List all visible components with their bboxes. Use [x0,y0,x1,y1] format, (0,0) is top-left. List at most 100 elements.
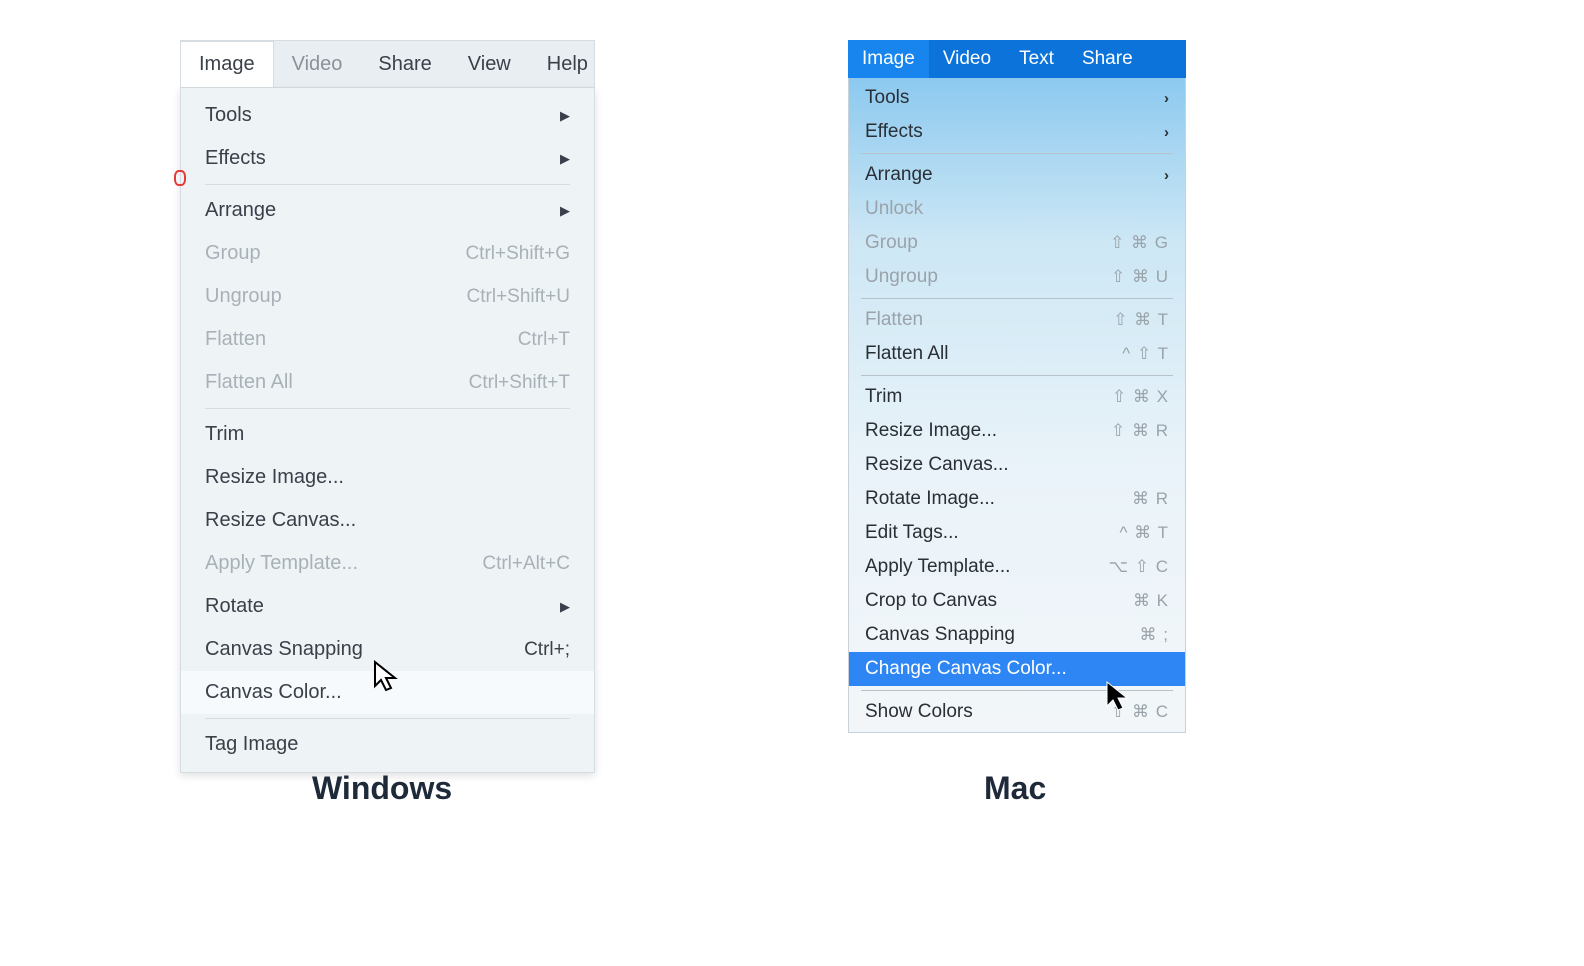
menu-label: Flatten [205,328,266,351]
menu-apply-template: Apply Template... Ctrl+Alt+C [181,542,594,585]
menu-canvas-snapping[interactable]: Canvas SnappingCtrl+; [181,628,594,671]
menu-tag-image[interactable]: Tag Image [181,723,594,766]
menu-rotate-image[interactable]: Rotate Image...⌘ R [849,482,1185,516]
chevron-right-icon: ▶ [560,108,570,124]
menu-trim[interactable]: Trim [181,413,594,456]
separator [861,690,1173,691]
separator [205,184,570,185]
menu-arrange[interactable]: Arrange ▶ [181,189,594,232]
mac-dropdown: Tools› Effects › Arrange › Unlock Group ⇧ ⌘… [848,78,1186,733]
separator [205,718,570,719]
menu-label: Canvas Snapping [865,624,1015,646]
menu-label: Trim [205,423,244,446]
menu-label: Flatten All [205,371,293,394]
menu-resize-image[interactable]: Resize Image... ⇧ ⌘ R [849,414,1185,448]
chevron-right-icon: ▶ [560,151,570,167]
shortcut: ^ ⌘ T [1119,523,1169,543]
shortcut: Ctrl+; [524,639,570,661]
mac-menu: Image Video Text Share Tools› Effects› A… [848,40,1186,733]
menu-tools[interactable]: Tools▶ [181,94,594,137]
shortcut: ⇧ ⌘ U [1111,267,1169,287]
menu-arrange[interactable]: Arrange › [849,158,1185,192]
menu-resize-canvas[interactable]: Resize Canvas... [181,499,594,542]
menu-rotate[interactable]: Rotate▶ [181,585,594,628]
menu-label: Crop to Canvas [865,590,997,612]
menu-label: Ungroup [205,285,282,308]
menu-unlock: Unlock [849,192,1185,226]
mac-menubar: Image Video Text Share [848,40,1186,78]
menu-show-colors[interactable]: Show Colors⇧ ⌘ C [849,695,1185,729]
shortcut: ⇧ ⌘ G [1110,233,1169,253]
menu-effects[interactable]: Effects ▶ [181,137,594,180]
menu-resize-canvas[interactable]: Resize Canvas... [849,448,1185,482]
separator [205,408,570,409]
menu-flatten-all: Flatten All Ctrl+Shift+T [181,361,594,404]
menu-crop-to-canvas[interactable]: Crop to Canvas ⌘ K [849,584,1185,618]
menu-label: Resize Canvas... [205,509,356,532]
menu-flatten: FlattenCtrl+T [181,318,594,361]
shortcut: ^ ⇧ T [1122,344,1169,364]
windows-menu: Image Video Share View Help Tools▶ Effec… [180,40,595,773]
shortcut: Ctrl+Shift+G [465,243,570,265]
menu-canvas-snapping[interactable]: Canvas Snapping ⌘ ; [849,618,1185,652]
menu-label: Change Canvas Color... [865,658,1067,680]
windows-label: Windows [312,770,452,807]
menubar-share[interactable]: Share [360,41,449,87]
shortcut: ⌥ ⇧ C [1108,557,1169,577]
menubar-help[interactable]: Help [529,41,606,87]
menu-label: Apply Template... [205,552,358,575]
menu-resize-image[interactable]: Resize Image... [181,456,594,499]
shortcut: Ctrl+Shift+U [467,286,570,308]
menu-change-canvas-color[interactable]: Change Canvas Color... [849,652,1185,686]
menubar-video[interactable]: Video [929,40,1005,78]
menu-label: Arrange [865,164,933,186]
menu-label: Tools [865,87,909,109]
menu-trim[interactable]: Trim ⇧ ⌘ X [849,380,1185,414]
menu-tools[interactable]: Tools› [849,81,1185,115]
menu-label: Ungroup [865,266,938,288]
red-marker [174,170,186,186]
separator [861,153,1173,154]
menu-label: Tag Image [205,733,298,756]
shortcut: ⌘ K [1133,591,1169,611]
menubar-view[interactable]: View [450,41,529,87]
shortcut: ⌘ ; [1140,625,1169,645]
menu-label: Effects [205,147,266,170]
menubar-text[interactable]: Text [1005,40,1068,78]
menu-label: Canvas Color... [205,681,342,704]
menu-label: Resize Image... [205,466,344,489]
menu-flatten: Flatten ⇧ ⌘ T [849,303,1185,337]
chevron-right-icon: ▶ [560,599,570,615]
menu-label: Flatten [865,309,923,331]
menu-label: Trim [865,386,902,408]
menubar-image[interactable]: Image [180,41,274,87]
chevron-right-icon: › [1164,124,1169,141]
menu-label: Group [865,232,918,254]
menu-label: Apply Template... [865,556,1010,578]
menu-group: Group ⇧ ⌘ G [849,226,1185,260]
menu-flatten-all[interactable]: Flatten All^ ⇧ T [849,337,1185,371]
chevron-right-icon: › [1164,167,1169,184]
menubar-share[interactable]: Share [1068,40,1147,78]
shortcut: ⇧ ⌘ R [1111,421,1169,441]
menu-effects[interactable]: Effects › [849,115,1185,149]
menubar-video[interactable]: Video [274,41,361,87]
menu-label: Resize Image... [865,420,997,442]
menu-label: Group [205,242,261,265]
menu-canvas-color[interactable]: Canvas Color... [181,671,594,714]
windows-menubar: Image Video Share View Help [180,40,595,88]
windows-dropdown: Tools▶ Effects ▶ Arrange ▶ Group Ctrl+Shift… [180,88,595,773]
menu-apply-template[interactable]: Apply Template... ⌥ ⇧ C [849,550,1185,584]
shortcut: Ctrl+Shift+T [469,372,570,394]
menu-label: Arrange [205,199,276,222]
menu-ungroup: Ungroup ⇧ ⌘ U [849,260,1185,294]
shortcut: Ctrl+Alt+C [482,553,570,575]
shortcut: ⇧ ⌘ X [1112,387,1169,407]
menu-label: Effects [865,121,923,143]
menu-label: Unlock [865,198,923,220]
menubar-image[interactable]: Image [848,40,929,78]
menu-edit-tags[interactable]: Edit Tags...^ ⌘ T [849,516,1185,550]
chevron-right-icon: ▶ [560,203,570,219]
shortcut: ⌘ R [1132,489,1169,509]
shortcut: ⇧ ⌘ T [1113,310,1169,330]
